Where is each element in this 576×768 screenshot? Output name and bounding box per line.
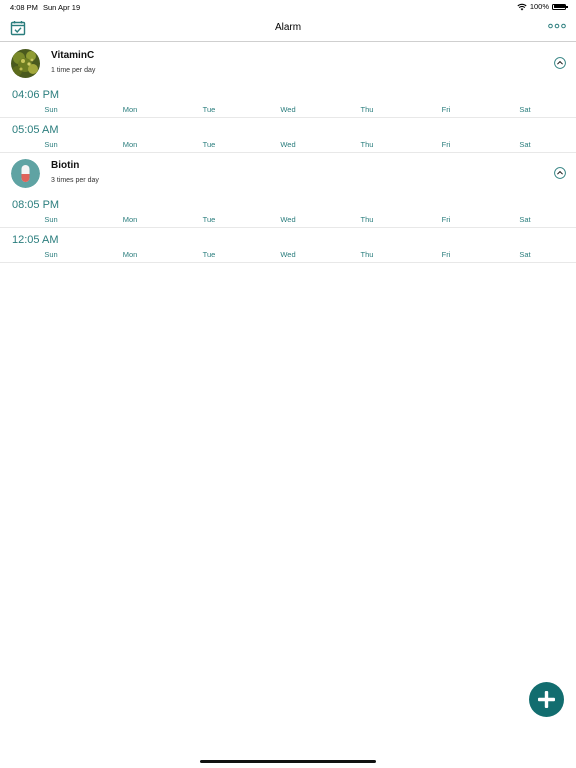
page-title: Alarm — [274, 22, 302, 33]
day-wed[interactable]: Wed — [280, 140, 295, 149]
day-sun[interactable]: Sun — [44, 215, 57, 224]
day-selector: Sun Mon Tue Wed Thu Fri Sat — [0, 105, 576, 115]
day-selector: Sun Mon Tue Wed Thu Fri Sat — [0, 140, 576, 150]
status-date: Sun Apr 19 — [43, 3, 81, 12]
alarm-row[interactable]: 08:05 PM Sun Mon Tue Wed Thu Fri Sat — [0, 193, 576, 228]
day-fri[interactable]: Fri — [442, 140, 451, 149]
alarm-screen: 4:08 PM Sun Apr 19 100% Alarm VitaminC 1… — [0, 0, 576, 768]
day-fri[interactable]: Fri — [442, 215, 451, 224]
day-sat[interactable]: Sat — [519, 250, 530, 259]
medication-list: VitaminC 1 time per day 04:06 PM Sun Mon… — [0, 43, 576, 263]
day-sun[interactable]: Sun — [44, 105, 57, 114]
medication-frequency: 1 time per day — [51, 67, 96, 74]
medication-header[interactable]: VitaminC 1 time per day — [0, 43, 576, 83]
medication-section-biotin: Biotin 3 times per day 08:05 PM Sun Mon … — [0, 153, 576, 263]
status-bar: 4:08 PM Sun Apr 19 100% — [0, 0, 576, 14]
chevron-up-icon[interactable] — [554, 57, 566, 69]
more-horizontal-icon[interactable] — [548, 22, 566, 30]
day-thu[interactable]: Thu — [361, 250, 374, 259]
day-selector: Sun Mon Tue Wed Thu Fri Sat — [0, 250, 576, 260]
day-tue[interactable]: Tue — [203, 250, 216, 259]
alarm-time[interactable]: 12:05 AM — [12, 234, 58, 246]
status-time: 4:08 PM — [10, 3, 38, 12]
alarm-time[interactable]: 08:05 PM — [12, 199, 59, 211]
day-fri[interactable]: Fri — [442, 105, 451, 114]
day-sun[interactable]: Sun — [44, 140, 57, 149]
day-tue[interactable]: Tue — [203, 215, 216, 224]
day-sat[interactable]: Sat — [519, 215, 530, 224]
day-mon[interactable]: Mon — [123, 140, 138, 149]
capsule-icon — [11, 159, 40, 188]
day-mon[interactable]: Mon — [123, 105, 138, 114]
plant-photo — [11, 49, 40, 78]
day-tue[interactable]: Tue — [203, 105, 216, 114]
add-medication-button[interactable] — [529, 682, 564, 717]
home-indicator[interactable] — [200, 760, 376, 763]
day-thu[interactable]: Thu — [361, 105, 374, 114]
alarm-row[interactable]: 04:06 PM Sun Mon Tue Wed Thu Fri Sat — [0, 83, 576, 118]
battery-percent: 100% — [529, 2, 549, 11]
day-thu[interactable]: Thu — [361, 215, 374, 224]
medication-section-vitaminc: VitaminC 1 time per day 04:06 PM Sun Mon… — [0, 43, 576, 153]
plus-icon — [538, 691, 555, 708]
chevron-up-icon[interactable] — [554, 167, 566, 179]
status-right: 100% — [517, 2, 568, 11]
day-fri[interactable]: Fri — [442, 250, 451, 259]
alarm-time[interactable]: 05:05 AM — [12, 124, 58, 136]
alarm-row[interactable]: 05:05 AM Sun Mon Tue Wed Thu Fri Sat — [0, 118, 576, 153]
medication-header[interactable]: Biotin 3 times per day — [0, 153, 576, 193]
alarm-time[interactable]: 04:06 PM — [12, 89, 59, 101]
medication-frequency: 3 times per day — [51, 177, 99, 184]
alarm-row[interactable]: 12:05 AM Sun Mon Tue Wed Thu Fri Sat — [0, 228, 576, 263]
medication-name: Biotin — [51, 160, 80, 171]
nav-bar: Alarm — [0, 14, 576, 42]
day-wed[interactable]: Wed — [280, 105, 295, 114]
day-sat[interactable]: Sat — [519, 105, 530, 114]
wifi-icon — [517, 3, 527, 10]
day-wed[interactable]: Wed — [280, 215, 295, 224]
day-wed[interactable]: Wed — [280, 250, 295, 259]
day-thu[interactable]: Thu — [361, 140, 374, 149]
day-sat[interactable]: Sat — [519, 140, 530, 149]
medication-name: VitaminC — [51, 50, 95, 61]
battery-icon — [552, 3, 568, 10]
day-mon[interactable]: Mon — [123, 215, 138, 224]
day-tue[interactable]: Tue — [203, 140, 216, 149]
day-selector: Sun Mon Tue Wed Thu Fri Sat — [0, 215, 576, 225]
day-mon[interactable]: Mon — [123, 250, 138, 259]
day-sun[interactable]: Sun — [44, 250, 57, 259]
